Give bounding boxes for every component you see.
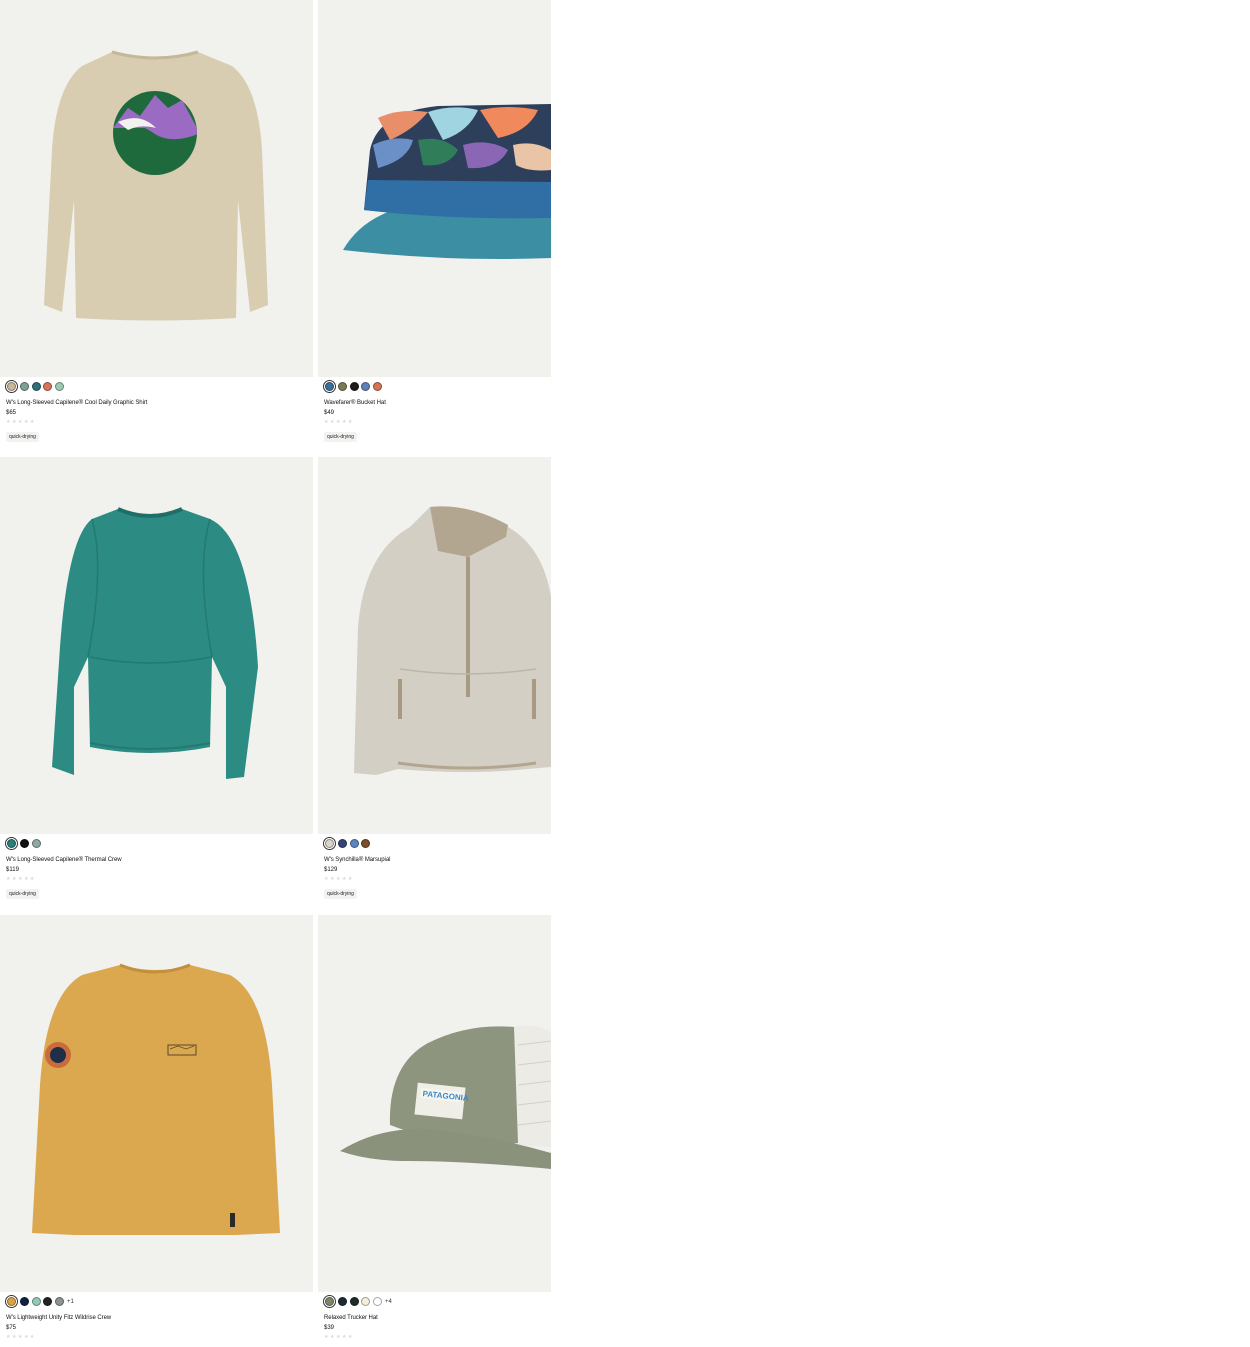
product-card[interactable]: W's Long-Sleeved Capilene® Cool Daily Gr… [0, 0, 313, 457]
color-swatch[interactable] [5, 380, 18, 393]
trucker-hat-image: PATAGONIA [318, 915, 551, 1292]
product-price: $75 [6, 1325, 17, 1331]
rating-stars: ★★★★★ [324, 876, 354, 882]
product-card[interactable]: +1 W's Lightweight Unity Fitz Wildrise C… [0, 915, 313, 1347]
color-swatch[interactable] [43, 1297, 52, 1306]
thermal-crew-image [0, 457, 313, 834]
color-swatch[interactable] [338, 839, 347, 848]
color-swatch[interactable] [323, 380, 336, 393]
product-card[interactable]: Wavefarer® Bucket Hat $49 ★★★★★ quick-dr… [318, 0, 551, 457]
color-swatch[interactable] [5, 1295, 18, 1308]
color-swatch[interactable] [31, 839, 41, 848]
color-swatches [323, 380, 384, 393]
feature-badge: quick-drying [6, 889, 39, 899]
color-swatches [5, 837, 43, 850]
product-price: $65 [6, 410, 17, 416]
product-name[interactable]: W's Long-Sleeved Capilene® Cool Daily Gr… [6, 400, 147, 406]
color-swatch[interactable] [20, 1297, 29, 1306]
product-image[interactable]: PATAGONIA [318, 915, 551, 1292]
product-name[interactable]: W's Synchilla® Marsupial [324, 857, 390, 863]
color-swatch[interactable] [349, 1297, 359, 1306]
feature-badge: quick-drying [324, 432, 357, 442]
color-swatch[interactable] [54, 1297, 64, 1306]
more-colors-count[interactable]: +4 [385, 1299, 392, 1305]
color-swatch[interactable] [31, 1297, 41, 1306]
color-swatch[interactable] [5, 837, 18, 850]
color-swatch[interactable] [20, 382, 29, 391]
product-price: $119 [6, 867, 19, 873]
product-card[interactable]: W's Long-Sleeved Capilene® Thermal Crew … [0, 457, 313, 915]
product-name[interactable]: Relaxed Trucker Hat [324, 1315, 378, 1321]
color-swatch[interactable] [349, 382, 359, 391]
product-image[interactable] [0, 915, 313, 1292]
product-price: $129 [324, 867, 338, 873]
product-image[interactable] [318, 0, 551, 377]
color-swatch[interactable] [31, 382, 41, 391]
fleece-pullover-image [318, 457, 551, 834]
product-name[interactable]: W's Long-Sleeved Capilene® Thermal Crew [6, 857, 122, 863]
color-swatch[interactable] [361, 839, 370, 848]
color-swatches: +1 [5, 1295, 74, 1308]
color-swatch[interactable] [54, 382, 64, 391]
product-image[interactable] [318, 457, 551, 834]
color-swatch[interactable] [338, 1297, 347, 1306]
color-swatch[interactable] [361, 1297, 370, 1306]
crew-sweatshirt-image [0, 915, 313, 1292]
color-swatches [323, 837, 373, 850]
color-swatch[interactable] [323, 1295, 336, 1308]
color-swatch[interactable] [361, 382, 370, 391]
color-swatch[interactable] [338, 382, 347, 391]
product-price: $39 [324, 1325, 335, 1331]
color-swatch[interactable] [372, 1297, 382, 1306]
color-swatch[interactable] [349, 839, 359, 848]
color-swatch[interactable] [372, 382, 382, 391]
rating-stars: ★★★★★ [6, 1334, 36, 1340]
rating-stars: ★★★★★ [324, 419, 354, 425]
color-swatch[interactable] [43, 382, 52, 391]
feature-badge: quick-drying [324, 889, 357, 899]
rating-stars: ★★★★★ [324, 1334, 354, 1340]
color-swatches [5, 380, 66, 393]
product-image[interactable] [0, 0, 313, 377]
graphic-shirt-image [0, 0, 313, 377]
rating-stars: ★★★★★ [6, 419, 36, 425]
product-card[interactable]: PATAGONIA +4 Relaxed Trucker Hat $39 ★★★… [318, 915, 551, 1347]
color-swatches: +4 [323, 1295, 392, 1308]
product-name[interactable]: W's Lightweight Unity Fitz Wildrise Crew [6, 1315, 111, 1321]
color-swatch[interactable] [20, 839, 29, 848]
bucket-hat-image [318, 0, 551, 377]
rating-stars: ★★★★★ [6, 876, 36, 882]
product-image[interactable] [0, 457, 313, 834]
feature-badge: quick-drying [6, 432, 39, 442]
product-card[interactable]: W's Synchilla® Marsupial $129 ★★★★★ quic… [318, 457, 551, 915]
color-swatch[interactable] [323, 837, 336, 850]
product-name[interactable]: Wavefarer® Bucket Hat [324, 400, 386, 406]
product-price: $49 [324, 410, 335, 416]
more-colors-count[interactable]: +1 [67, 1299, 74, 1305]
